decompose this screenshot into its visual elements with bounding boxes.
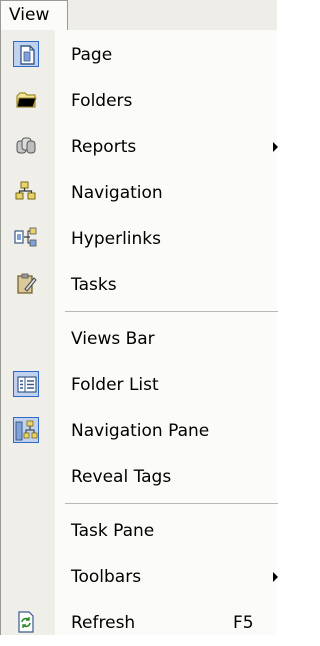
menu-item-task-pane[interactable]: Task Pane	[1, 508, 278, 554]
menu-item-reveal-tags[interactable]: Reveal Tags	[1, 454, 278, 500]
menu-item-label: Navigation Pane	[71, 421, 210, 441]
menu-item-label: Folder List	[71, 375, 159, 395]
page-icon	[13, 41, 39, 67]
menu-item-label: Folders	[71, 91, 133, 111]
refresh-icon	[13, 609, 39, 635]
view-menu-dropdown: Page Folders Reports Navigation Hyperlin…	[0, 30, 278, 635]
reports-icon	[13, 133, 39, 159]
menu-item-label: Page	[71, 45, 113, 65]
menu-item-refresh[interactable]: Refresh F5	[1, 600, 278, 646]
menu-item-reports[interactable]: Reports	[1, 124, 278, 170]
menu-item-label: Views Bar	[71, 329, 155, 349]
menu-item-label: Hyperlinks	[71, 229, 162, 249]
navigation-pane-icon	[13, 417, 39, 443]
view-menu-title[interactable]: View	[0, 0, 68, 30]
menu-item-hyperlinks[interactable]: Hyperlinks	[1, 216, 278, 262]
folder-icon	[13, 87, 39, 113]
tasks-icon	[13, 271, 39, 297]
menu-item-navigation[interactable]: Navigation	[1, 170, 278, 216]
menu-item-label: Task Pane	[71, 521, 155, 541]
hyperlinks-icon	[13, 225, 39, 251]
folder-list-icon	[13, 371, 39, 397]
submenu-arrow-icon	[273, 572, 278, 582]
menu-item-folders[interactable]: Folders	[1, 78, 278, 124]
shortcut-label: F5	[233, 613, 254, 633]
menu-item-toolbars[interactable]: Toolbars	[1, 554, 278, 600]
menu-item-label: Reports	[71, 137, 137, 157]
menu-item-page[interactable]: Page	[1, 32, 278, 78]
menu-item-label: Tasks	[71, 275, 117, 295]
menu-item-label: Reveal Tags	[71, 467, 172, 487]
menu-item-navigation-pane[interactable]: Navigation Pane	[1, 408, 278, 454]
navigation-icon	[13, 179, 39, 205]
menu-item-tasks[interactable]: Tasks	[1, 262, 278, 308]
menu-item-label: Navigation	[71, 183, 163, 203]
menu-bar: View	[0, 0, 277, 32]
submenu-arrow-icon	[273, 142, 278, 152]
menu-item-label: Toolbars	[71, 567, 142, 587]
menu-separator	[65, 311, 278, 312]
menu-item-label: Refresh	[71, 613, 136, 633]
menu-item-folder-list[interactable]: Folder List	[1, 362, 278, 408]
menu-item-views-bar[interactable]: Views Bar	[1, 316, 278, 362]
menu-separator	[65, 503, 278, 504]
